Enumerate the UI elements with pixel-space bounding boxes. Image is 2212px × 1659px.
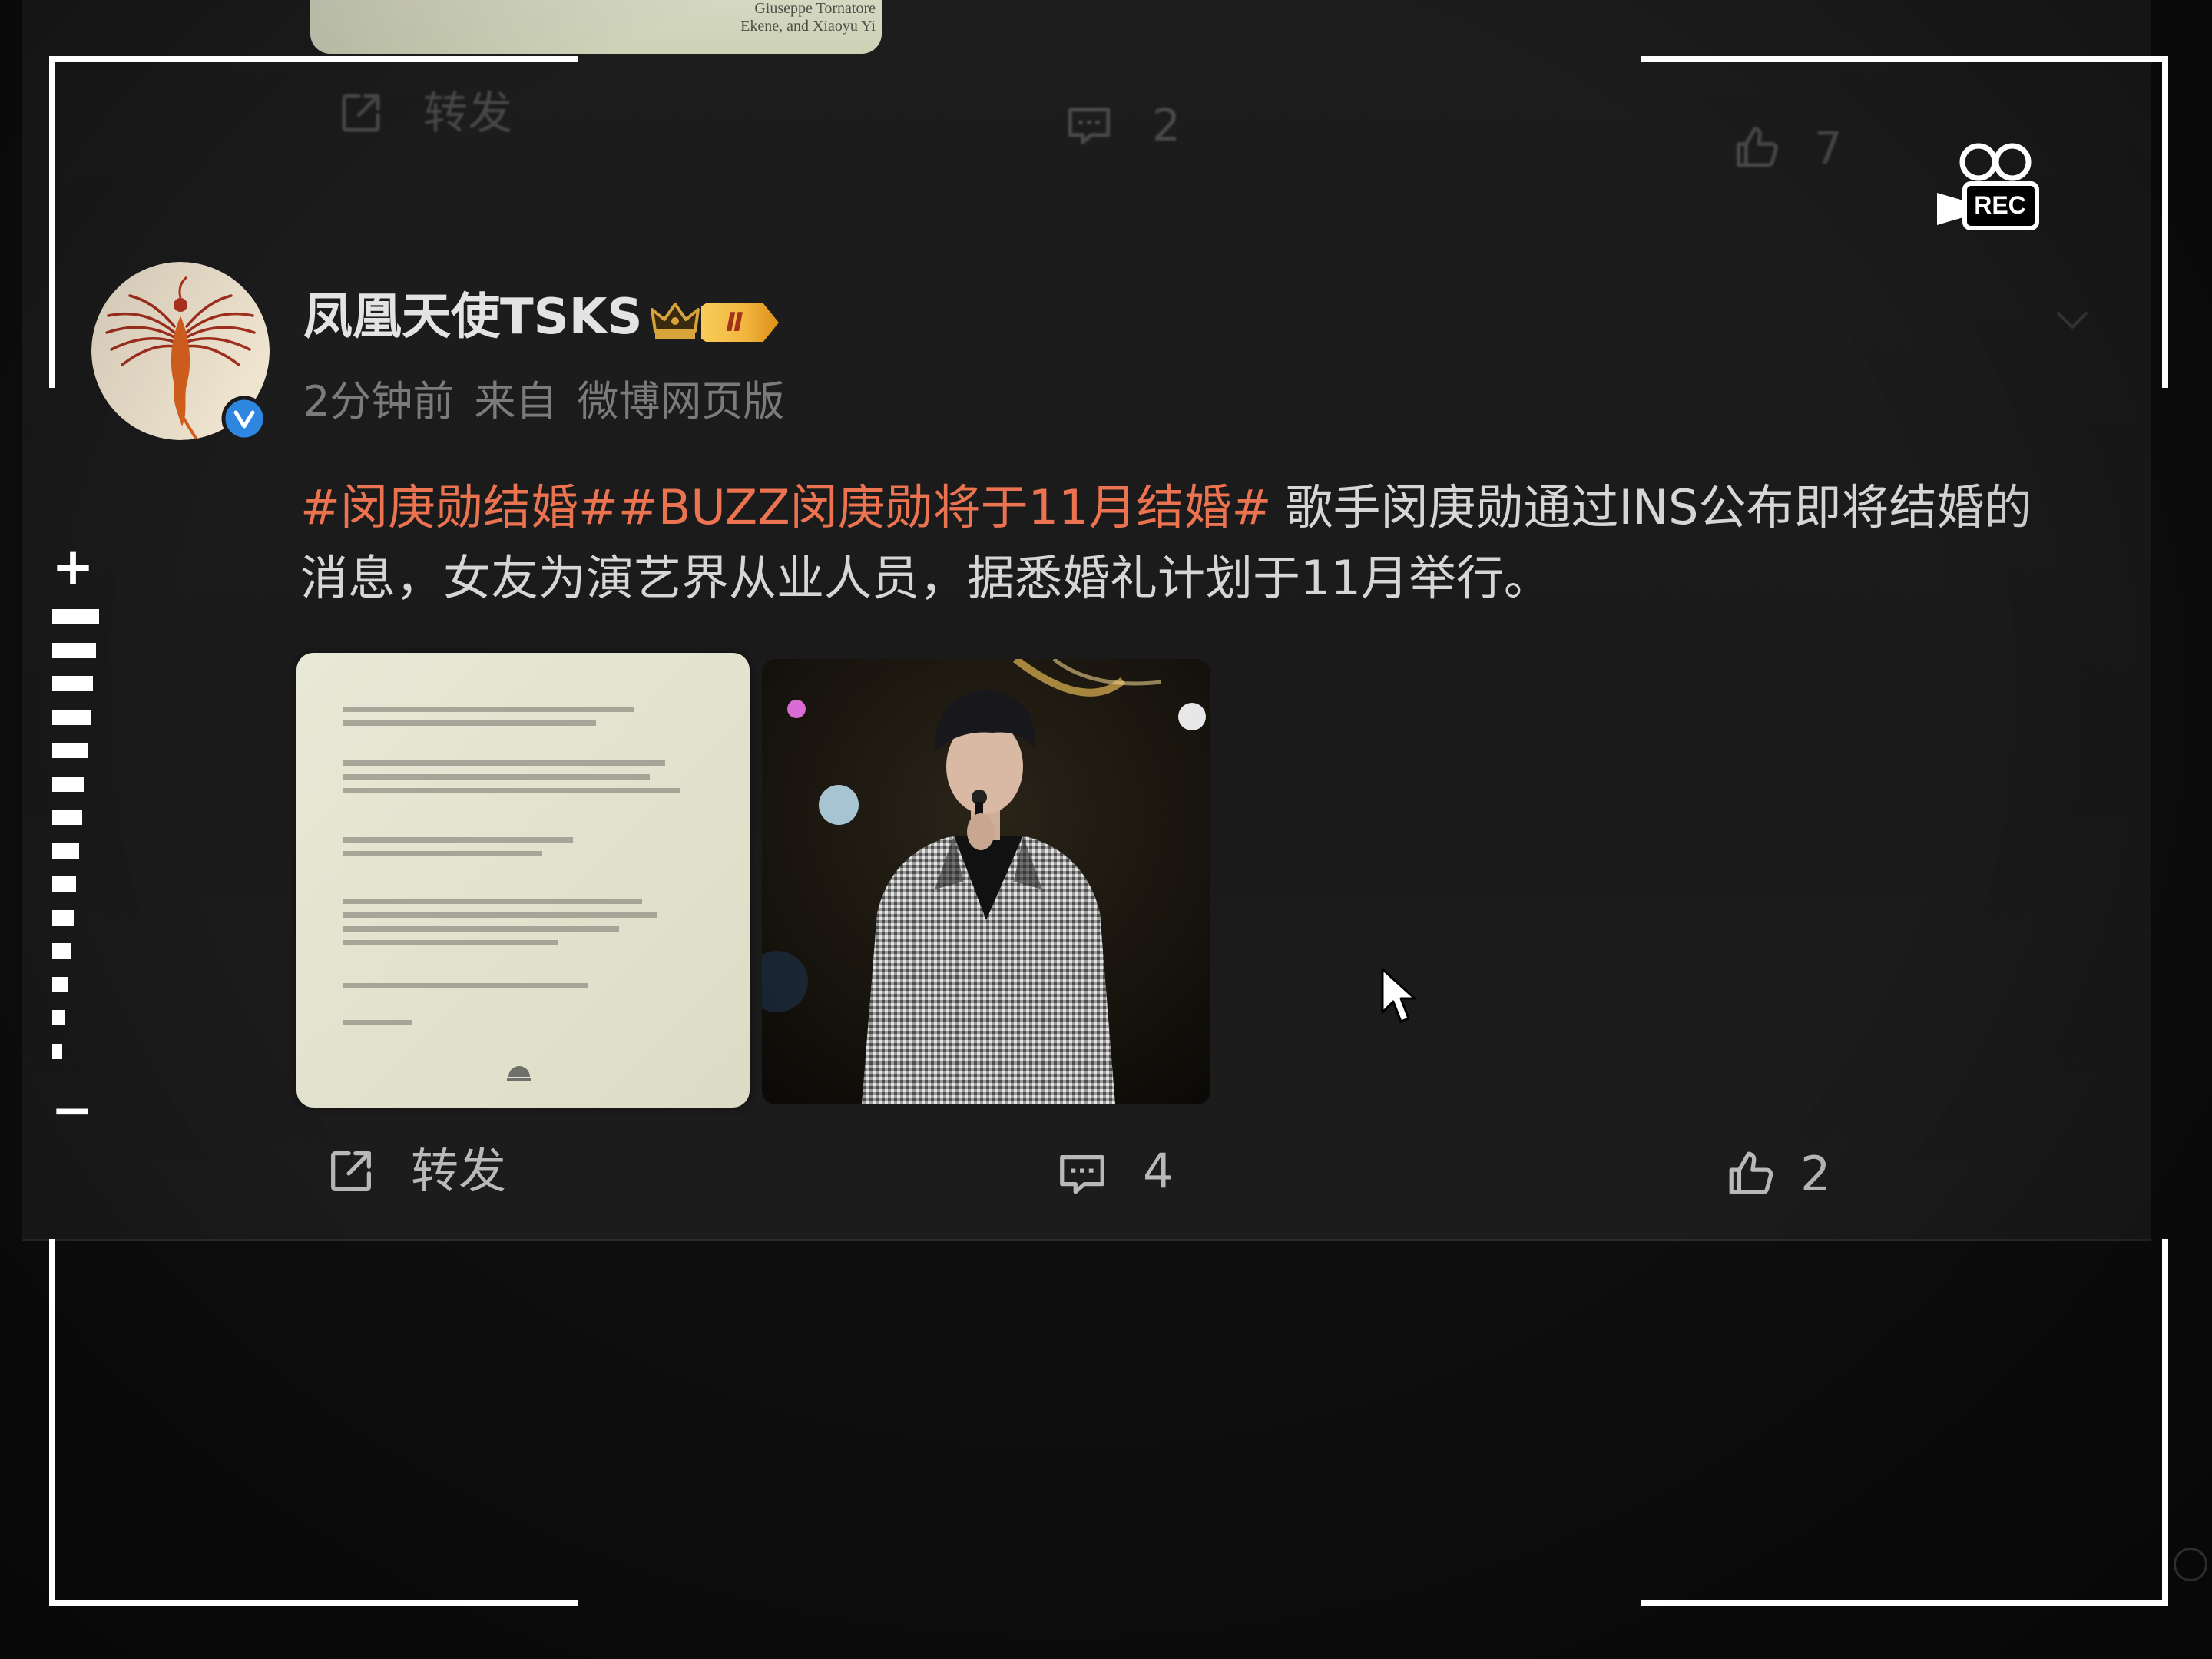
previous-repost-button[interactable]: 转发 [423,86,512,140]
letter-text-line [343,1020,412,1025]
post-meta: 2分钟前 来自 微博网页版 [303,376,804,427]
frame-corner-top-left [49,56,578,62]
zoom-scale-tick [52,709,91,725]
share-icon[interactable] [336,88,386,138]
frame-corner-bottom-right [1641,1600,2168,1606]
letter-text-line [343,788,680,793]
share-icon[interactable] [324,1144,378,1198]
zoom-scale-tick [52,743,88,758]
zoom-scale-tick [52,676,93,691]
frame-corner-top-right [2162,56,2168,388]
frame-corner-top-right [1641,56,2168,62]
letter-text-line [343,760,665,766]
repost-button[interactable]: 转发 [411,1143,506,1200]
zoom-scale-tick [52,876,76,892]
previous-post-image[interactable]: Giuseppe Tornatore Ekene, and Xiaoyu Yi [310,0,882,54]
zoom-in-button[interactable]: + [51,538,94,596]
member-level-badge[interactable]: Ⅱ [701,303,779,342]
post-source[interactable]: 微博网页版 [577,377,784,426]
letter-text-line [343,837,573,843]
previous-image-caption: Giuseppe Tornatore [754,0,876,17]
source-prefix: 来自 [474,377,558,426]
frame-corner-bottom-right [2162,1239,2168,1606]
author-name[interactable]: 凤凰天使TSKS [303,286,642,348]
topic-link[interactable]: #BUZZ闵庚勋将于11月结婚# [618,479,1272,535]
zoom-scale-tick [52,810,82,825]
zoom-scale-tick [52,1043,62,1059]
zoom-scale-tick [52,843,79,859]
zoom-scale-tick [52,642,96,658]
letter-text-line [343,851,542,856]
comment-icon[interactable] [1055,1146,1109,1200]
crown-icon[interactable] [649,299,701,343]
zoom-out-button[interactable]: − [51,1081,94,1140]
previous-like-count[interactable]: 7 [1814,121,1843,175]
zoom-scale-tick [52,909,74,926]
comment-icon[interactable] [1064,99,1114,150]
post-image-singer[interactable] [762,659,1210,1104]
zoom-scale-tick [52,1010,65,1025]
letter-text-line [343,899,642,904]
letter-text-line [343,926,619,932]
previous-comment-count[interactable]: 2 [1152,98,1181,152]
mouse-pointer-icon [1379,966,1416,1028]
frame-corner-bottom-left [49,1239,55,1606]
zoom-scale-tick [52,943,71,959]
rec-label: REC [1974,191,2026,219]
topic-link[interactable]: #闵庚勋结婚# [300,479,618,535]
thumbs-up-icon[interactable] [1731,123,1782,174]
comment-count[interactable]: 4 [1143,1143,1173,1200]
letter-text-line [343,720,596,726]
zoom-scale-tick [52,776,84,792]
zoom-scale-tick [52,976,68,992]
frame-corner-top-left [49,56,55,388]
partial-edge-icon [2174,1548,2207,1581]
previous-image-caption: Ekene, and Xiaoyu Yi [740,18,876,35]
thumbs-up-icon[interactable] [1724,1147,1777,1201]
frame-corner-bottom-left [49,1600,578,1606]
post-time[interactable]: 2分钟前 [303,377,454,426]
post-image-letter[interactable] [296,653,750,1108]
post-content: #闵庚勋结婚##BUZZ闵庚勋将于11月结婚# 歌手闵庚勋通过INS公布即将结婚的… [300,472,2067,614]
like-count[interactable]: 2 [1800,1146,1830,1203]
zoom-scale-tick [52,609,99,624]
letter-text-line [343,774,650,780]
letter-text-line [343,983,588,988]
chevron-down-icon[interactable] [2055,310,2089,330]
letter-text-line [343,940,558,945]
letter-text-line [343,912,657,918]
letter-text-line [343,707,634,712]
verified-v-icon [221,396,267,442]
